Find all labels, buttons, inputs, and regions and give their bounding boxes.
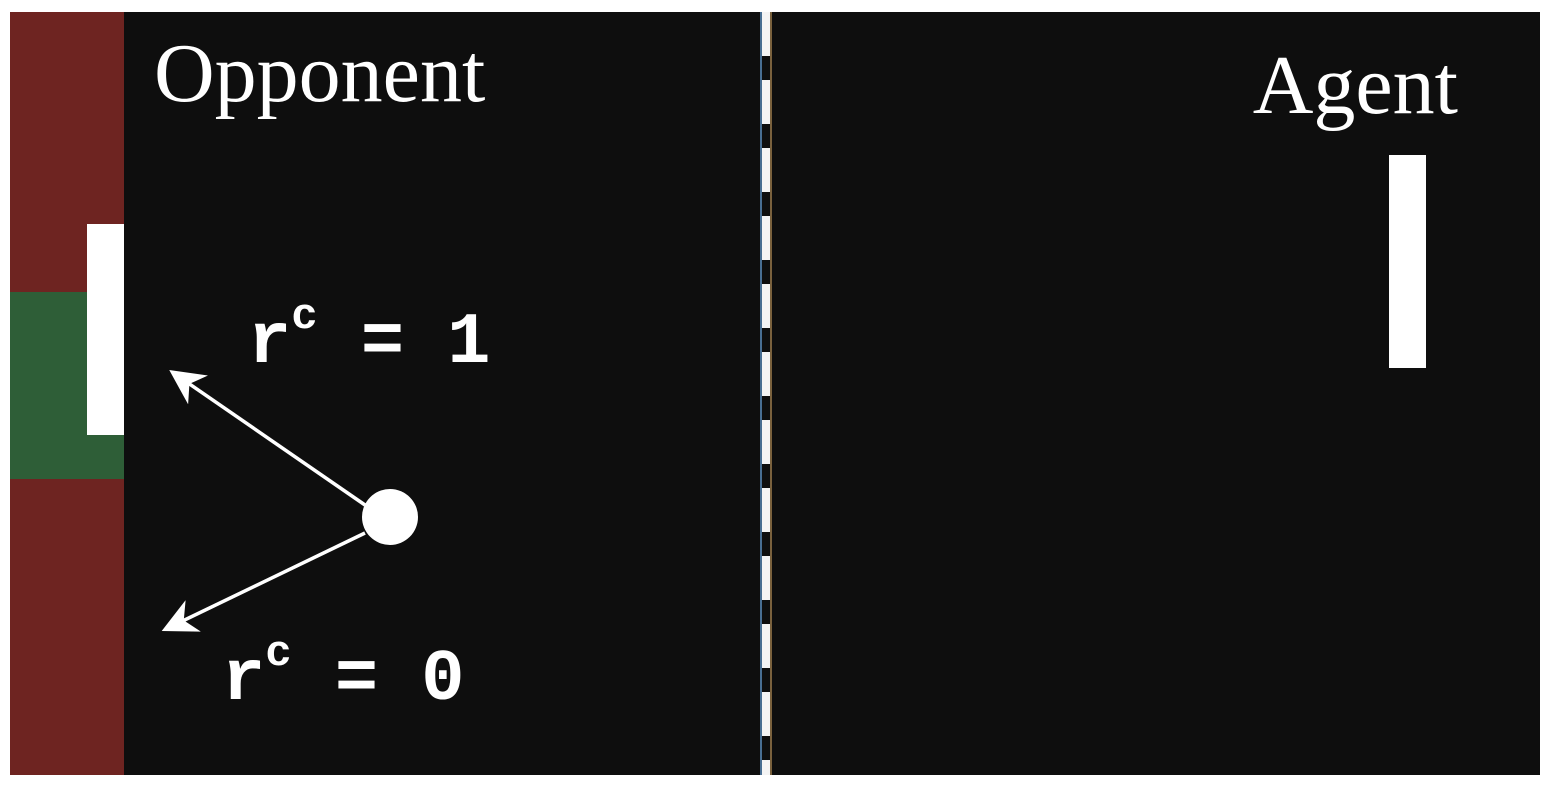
arrow-up-left-icon — [169, 370, 366, 507]
agent-label: Agent — [1252, 39, 1458, 132]
reward-symbol: r — [222, 639, 266, 721]
agent-paddle — [1389, 155, 1426, 368]
reward-superscript: c — [291, 292, 318, 342]
game-court: Opponent Agent rc = 1 rc = 0 — [10, 12, 1540, 775]
opponent-paddle — [87, 224, 124, 435]
arrow-down-left-icon — [161, 531, 366, 632]
reward-value: = 0 — [291, 639, 465, 721]
ball — [362, 489, 418, 545]
opponent-label: Opponent — [154, 27, 486, 120]
reward-superscript: c — [265, 629, 292, 679]
reward-value: = 1 — [317, 302, 491, 384]
goal-zone-miss-bottom — [10, 479, 124, 775]
reward-hit-label: rc = 1 — [248, 295, 490, 379]
reward-symbol: r — [248, 302, 292, 384]
center-net-line — [762, 12, 770, 775]
reward-miss-label: rc = 0 — [222, 632, 464, 716]
